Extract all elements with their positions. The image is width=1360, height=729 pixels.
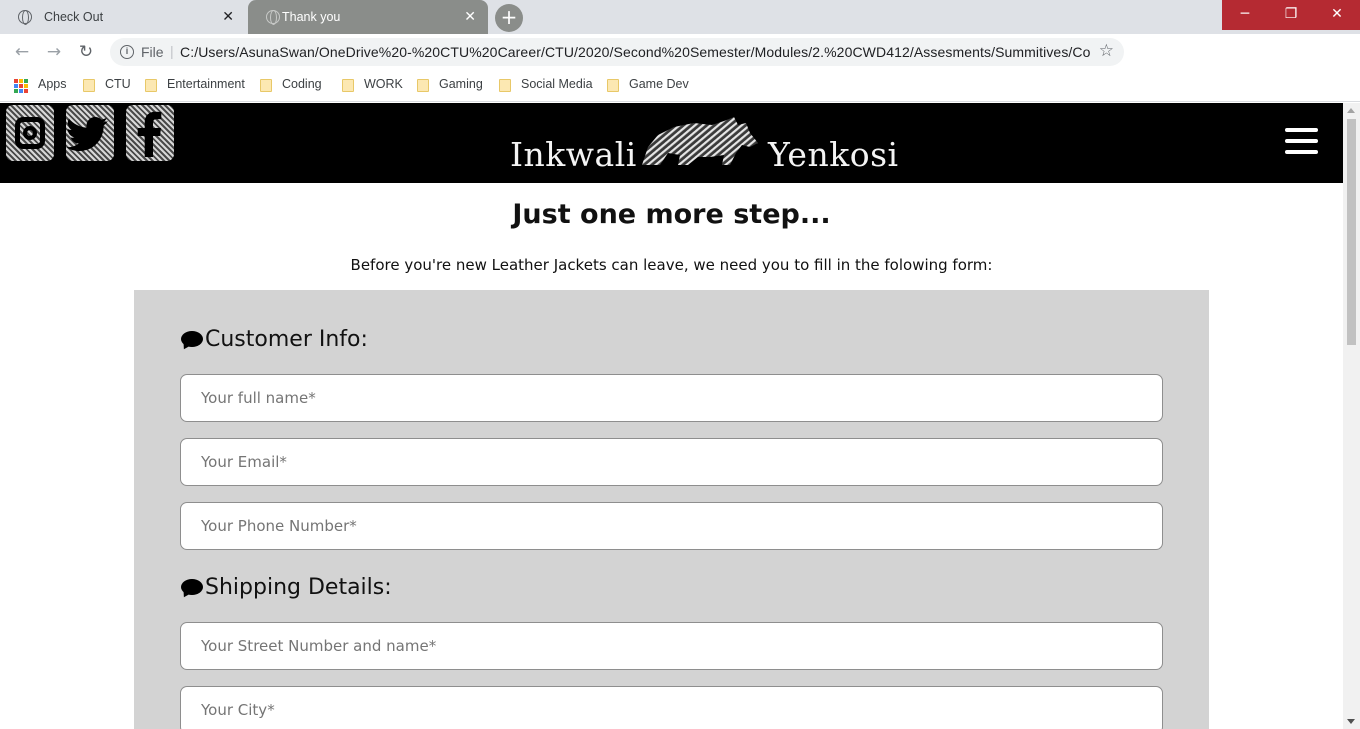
url-scheme-label: File: [141, 44, 164, 60]
forward-arrow-icon[interactable]: →: [43, 41, 65, 63]
phone-number-input[interactable]: [180, 502, 1163, 550]
page-subtitle: Before you're new Leather Jackets can le…: [350, 256, 993, 274]
scroll-up-arrow-icon[interactable]: [1347, 108, 1355, 113]
twitter-icon[interactable]: [66, 105, 114, 161]
address-bar[interactable]: i File | C:/Users/AsunaSwan/OneDrive%20-…: [110, 38, 1124, 66]
instagram-lens: [23, 126, 37, 140]
email-input[interactable]: [180, 438, 1163, 486]
divider: |: [170, 43, 174, 59]
section-title: Customer Info:: [205, 327, 368, 352]
browser-tab-strip: Check Out ✕ Thank you ✕ + ─ ❐ ✕: [0, 0, 1360, 34]
close-window-button[interactable]: ✕: [1314, 0, 1360, 30]
reload-icon[interactable]: ↻: [75, 41, 97, 63]
browser-toolbar: ← → ↻ i File | C:/Users/AsunaSwan/OneDri…: [0, 34, 1360, 97]
checkout-form: Customer Info: Shipping Details:: [134, 290, 1209, 729]
instagram-icon[interactable]: [6, 105, 54, 161]
rhino-logo-icon: [642, 117, 758, 165]
site-header: Inkwali Yenkosi: [0, 103, 1343, 183]
tab-thank-you[interactable]: Thank you ✕: [248, 0, 488, 34]
facebook-f-icon: [137, 111, 162, 157]
folder-icon: [417, 79, 429, 92]
street-address-input[interactable]: [180, 622, 1163, 670]
tab-check-out[interactable]: Check Out ✕: [0, 0, 246, 34]
folder-icon: [83, 79, 95, 92]
close-tab-icon[interactable]: ✕: [464, 8, 476, 24]
bookmark-label: Apps: [38, 77, 67, 91]
bookmark-label: CTU: [105, 77, 131, 91]
bookmark-label: WORK: [364, 77, 403, 91]
facebook-icon[interactable]: [126, 105, 174, 161]
section-title: Shipping Details:: [205, 575, 392, 600]
folder-icon: [145, 79, 157, 92]
logo-text-right: Yenkosi: [768, 135, 899, 174]
customer-info-heading: Customer Info:: [180, 327, 368, 352]
folder-icon: [260, 79, 272, 92]
bookmark-label: Coding: [282, 77, 322, 91]
logo-text-left: Inkwali: [510, 135, 637, 174]
page-scrollbar[interactable]: [1343, 103, 1360, 729]
bookmarks-bar: Apps CTU Entertainment Coding WORK Gamin…: [0, 70, 1360, 102]
globe-icon: [266, 10, 280, 25]
scrollbar-thumb[interactable]: [1347, 119, 1356, 345]
folder-icon: [607, 79, 619, 92]
shipping-details-heading: Shipping Details:: [180, 575, 392, 600]
url-text[interactable]: C:/Users/AsunaSwan/OneDrive%20-%20CTU%20…: [180, 44, 1090, 60]
full-name-input[interactable]: [180, 374, 1163, 422]
apps-grid-icon: [14, 79, 28, 93]
scroll-down-arrow-icon[interactable]: [1347, 719, 1355, 724]
hamburger-line: [1285, 128, 1318, 132]
page-title: Just one more step...: [512, 199, 831, 230]
globe-icon: [18, 10, 32, 25]
tab-title: Thank you: [282, 10, 341, 24]
folder-icon: [499, 79, 511, 92]
page-viewport: Inkwali Yenkosi Just one more step... Be…: [0, 103, 1343, 729]
hamburger-line: [1285, 139, 1318, 143]
bookmark-star-icon[interactable]: ☆: [1099, 41, 1114, 61]
bookmark-label: Entertainment: [167, 77, 245, 91]
info-icon[interactable]: i: [120, 45, 134, 59]
speech-bubble-icon: [180, 577, 204, 599]
tab-title: Check Out: [44, 10, 104, 24]
folder-icon: [342, 79, 354, 92]
twitter-bird-icon: [66, 117, 108, 151]
bookmark-label: Social Media: [521, 77, 593, 91]
hamburger-menu-icon[interactable]: [1285, 128, 1318, 154]
new-tab-button[interactable]: +: [495, 4, 523, 32]
city-input[interactable]: [180, 686, 1163, 729]
bookmark-label: Gaming: [439, 77, 483, 91]
hamburger-line: [1285, 150, 1318, 154]
close-tab-icon[interactable]: ✕: [222, 8, 234, 24]
minimize-button[interactable]: ─: [1222, 0, 1268, 30]
back-arrow-icon[interactable]: ←: [11, 41, 33, 63]
site-logo[interactable]: Inkwali Yenkosi: [510, 111, 900, 177]
speech-bubble-icon: [180, 329, 204, 351]
restore-button[interactable]: ❐: [1268, 0, 1314, 30]
bookmark-label: Game Dev: [629, 77, 689, 91]
